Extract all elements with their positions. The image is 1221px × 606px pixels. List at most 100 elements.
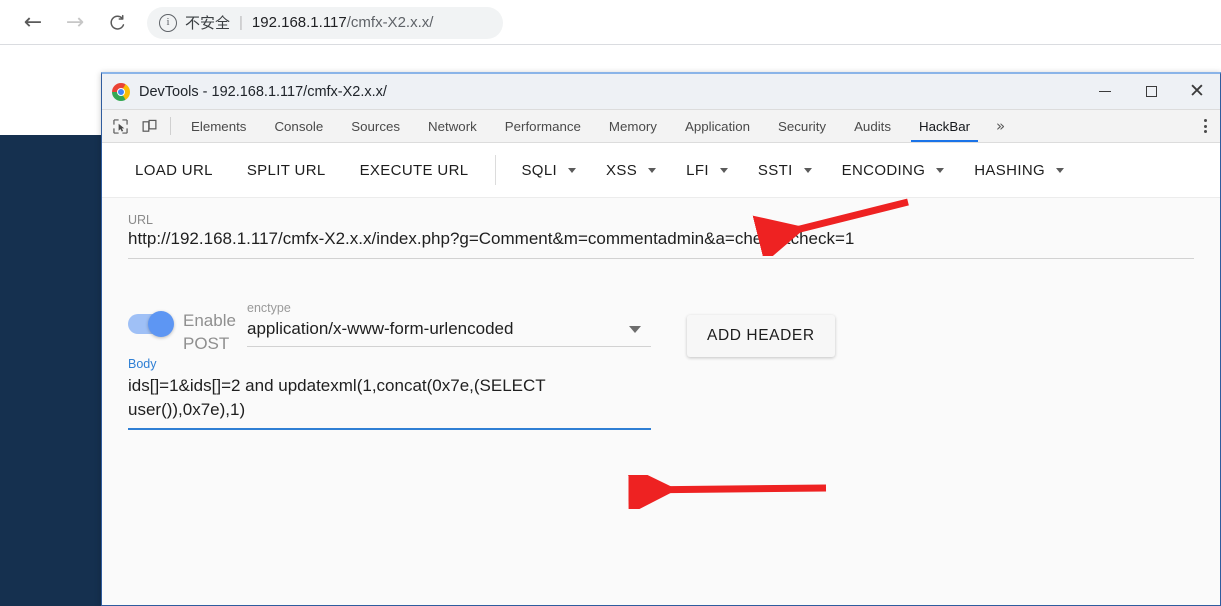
lfi-menu[interactable]: LFI — [671, 153, 743, 187]
toolbar-divider — [495, 155, 497, 185]
browser-toolbar: ← → i 不安全 | 192.168.1.117/cmfx-X2.x.x/ — [0, 0, 1221, 45]
hashing-label: HASHING — [974, 161, 1046, 179]
tab-security[interactable]: Security — [764, 110, 840, 142]
info-circle-icon[interactable]: i — [159, 13, 177, 32]
url-field-group: URL http://192.168.1.117/cmfx-X2.x.x/ind… — [128, 198, 1194, 259]
tab-label: Sources — [351, 118, 401, 134]
close-icon: ✕ — [1189, 80, 1205, 102]
address-separator: | — [239, 14, 243, 31]
tab-label: Security — [778, 118, 827, 134]
body-input[interactable]: ids[]=1&ids[]=2 and updatexml(1,concat(0… — [128, 374, 651, 430]
toolbar-divider — [0, 44, 1221, 45]
devtools-window: DevTools - 192.168.1.117/cmfx-X2.x.x/ ✕ … — [101, 72, 1221, 606]
devtools-window-title: DevTools - 192.168.1.117/cmfx-X2.x.x/ — [139, 83, 387, 100]
chrome-logo — [112, 82, 130, 101]
tabbar-right-group — [1180, 110, 1220, 142]
arrow-left-icon: ← — [23, 9, 43, 35]
chevron-down-icon — [719, 167, 728, 173]
address-path: /cmfx-X2.x.x/ — [346, 14, 434, 31]
device-toolbar-button[interactable] — [135, 110, 164, 142]
tab-performance[interactable]: Performance — [491, 110, 595, 142]
tabbar-divider — [170, 117, 171, 135]
inspect-element-icon — [113, 118, 128, 134]
maximize-icon — [1145, 86, 1157, 97]
hackbar-panel: URL http://192.168.1.117/cmfx-X2.x.x/ind… — [102, 198, 1220, 605]
chevron-down-icon — [648, 167, 657, 173]
tab-network[interactable]: Network — [414, 110, 491, 142]
split-url-button[interactable]: SPLIT URL — [230, 153, 343, 187]
body-input-value: ids[]=1&ids[]=2 and updatexml(1,concat(0… — [128, 376, 546, 419]
add-header-button[interactable]: ADD HEADER — [687, 315, 835, 357]
url-field-label: URL — [128, 213, 154, 227]
sqli-label: SQLI — [521, 161, 558, 179]
chevron-down-icon — [568, 167, 577, 173]
execute-url-label: EXECUTE URL — [359, 161, 469, 179]
encoding-menu[interactable]: ENCODING — [827, 153, 960, 187]
split-url-label: SPLIT URL — [246, 161, 326, 179]
device-toolbar-icon — [142, 119, 157, 132]
reload-icon — [109, 14, 124, 30]
url-input-value: http://192.168.1.117/cmfx-X2.x.x/index.p… — [128, 229, 855, 248]
back-button[interactable]: ← — [16, 6, 50, 40]
chevron-down-icon — [803, 167, 812, 173]
tab-memory[interactable]: Memory — [595, 110, 671, 142]
enctype-select[interactable]: application/x-www-form-urlencoded — [247, 319, 651, 347]
add-header-label: ADD HEADER — [707, 327, 815, 344]
address-host: 192.168.1.117 — [251, 14, 347, 31]
minimize-icon — [1099, 91, 1111, 92]
tab-label: Network — [428, 118, 477, 134]
ssti-menu[interactable]: SSTI — [743, 153, 827, 187]
kebab-menu-icon[interactable] — [1193, 110, 1220, 143]
tab-elements[interactable]: Elements — [177, 110, 260, 142]
tab-label: Performance — [504, 118, 581, 134]
enctype-label: enctype — [247, 301, 291, 315]
enable-post-toggle[interactable] — [128, 311, 174, 337]
address-bar[interactable]: i 不安全 | 192.168.1.117/cmfx-X2.x.x/ — [147, 6, 503, 39]
post-settings-row: Enable POST enctype application/x-www-fo… — [128, 301, 1194, 357]
tab-label: Console — [274, 118, 324, 134]
tab-label: Audits — [854, 118, 892, 134]
tab-label: Elements — [191, 118, 247, 134]
ssti-label: SSTI — [757, 161, 793, 179]
lfi-label: LFI — [686, 161, 709, 179]
body-field-group: Body ids[]=1&ids[]=2 and updatexml(1,con… — [128, 357, 1194, 430]
inspect-element-button[interactable] — [106, 110, 135, 142]
hashing-menu[interactable]: HASHING — [959, 153, 1079, 187]
chevron-down-icon — [936, 167, 945, 173]
minimize-button[interactable] — [1082, 74, 1128, 109]
maximize-button[interactable] — [1128, 74, 1174, 109]
enctype-selected-value: application/x-www-form-urlencoded — [247, 319, 514, 338]
close-button[interactable]: ✕ — [1174, 74, 1220, 109]
reload-button[interactable] — [100, 6, 134, 40]
more-tabs-label: » — [996, 117, 1006, 135]
xss-menu[interactable]: XSS — [591, 153, 671, 187]
chevron-double-right-icon[interactable]: » — [984, 110, 1017, 142]
tab-label: HackBar — [919, 118, 971, 134]
tab-sources[interactable]: Sources — [337, 110, 414, 142]
enctype-field-group: enctype application/x-www-form-urlencode… — [247, 301, 651, 347]
tab-label: Application — [684, 118, 751, 134]
hackbar-toolbar: LOAD URL SPLIT URL EXECUTE URL SQLI XSS … — [102, 143, 1220, 198]
devtools-tabbar: Elements Console Sources Network Perform… — [102, 110, 1220, 143]
forward-button[interactable]: → — [58, 6, 92, 40]
devtools-titlebar[interactable]: DevTools - 192.168.1.117/cmfx-X2.x.x/ ✕ — [102, 74, 1220, 110]
window-controls: ✕ — [1082, 74, 1220, 109]
execute-url-button[interactable]: EXECUTE URL — [343, 153, 486, 187]
tab-audits[interactable]: Audits — [840, 110, 905, 142]
chevron-down-icon — [1056, 167, 1065, 173]
enable-post-label: Enable POST — [183, 311, 236, 353]
xss-label: XSS — [606, 161, 638, 179]
tab-application[interactable]: Application — [671, 110, 764, 142]
chevron-down-icon — [629, 325, 641, 333]
tab-label: Memory — [608, 118, 657, 134]
security-label: 不安全 — [185, 15, 231, 32]
url-input[interactable]: http://192.168.1.117/cmfx-X2.x.x/index.p… — [128, 229, 1194, 259]
body-field-label: Body — [128, 357, 157, 371]
tab-hackbar[interactable]: HackBar — [905, 110, 984, 142]
encoding-label: ENCODING — [841, 161, 926, 179]
tab-console[interactable]: Console — [260, 110, 337, 142]
load-url-button[interactable]: LOAD URL — [118, 153, 230, 187]
load-url-label: LOAD URL — [135, 161, 213, 179]
sqli-menu[interactable]: SQLI — [506, 153, 591, 187]
address-bar-url: 192.168.1.117/cmfx-X2.x.x/ — [252, 14, 434, 31]
